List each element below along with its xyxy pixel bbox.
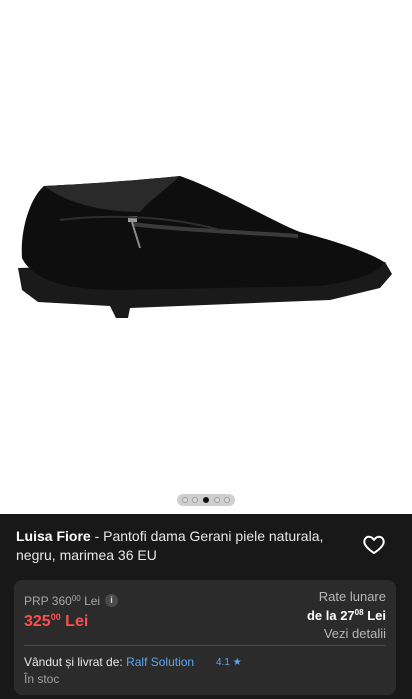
carousel-dot[interactable] xyxy=(224,497,231,503)
divider xyxy=(24,645,386,646)
details-link[interactable]: Vezi detalii xyxy=(307,626,386,642)
price-card: PRP 36000 Lei i 32500 Lei Rate lunare de… xyxy=(14,580,396,695)
carousel-dot[interactable] xyxy=(213,497,220,503)
seller-link[interactable]: Ralf Solution xyxy=(126,655,194,669)
installments-amount: de la 2708 Lei xyxy=(306,608,386,623)
installments-block[interactable]: Rate lunare de la 2708 Lei Vezi detalii xyxy=(307,589,386,642)
seller-line: Vândut și livrat de: Ralf Solution xyxy=(24,655,195,669)
stock-status: În stoc xyxy=(24,672,60,686)
seller-rating[interactable]: 4.1 ★ xyxy=(216,657,242,668)
product-image-gallery[interactable] xyxy=(0,0,412,514)
prp-price: PRP 36000 Lei xyxy=(24,594,101,608)
carousel-indicator[interactable] xyxy=(177,494,235,506)
star-icon: ★ xyxy=(232,657,242,668)
product-title: Luisa Fiore - Pantofi dama Gerani piele … xyxy=(16,527,346,565)
carousel-dot[interactable] xyxy=(181,497,188,503)
info-icon[interactable]: i xyxy=(105,594,118,607)
product-info-panel: Luisa Fiore - Pantofi dama Gerani piele … xyxy=(0,514,412,699)
current-price: 32500 Lei xyxy=(24,612,89,630)
heart-icon[interactable] xyxy=(362,532,386,556)
carousel-dot[interactable] xyxy=(192,497,199,503)
brand-name[interactable]: Luisa Fiore xyxy=(16,528,91,544)
product-image[interactable] xyxy=(0,150,412,330)
carousel-dot-active[interactable] xyxy=(202,497,209,503)
installments-label: Rate lunare xyxy=(318,589,386,604)
